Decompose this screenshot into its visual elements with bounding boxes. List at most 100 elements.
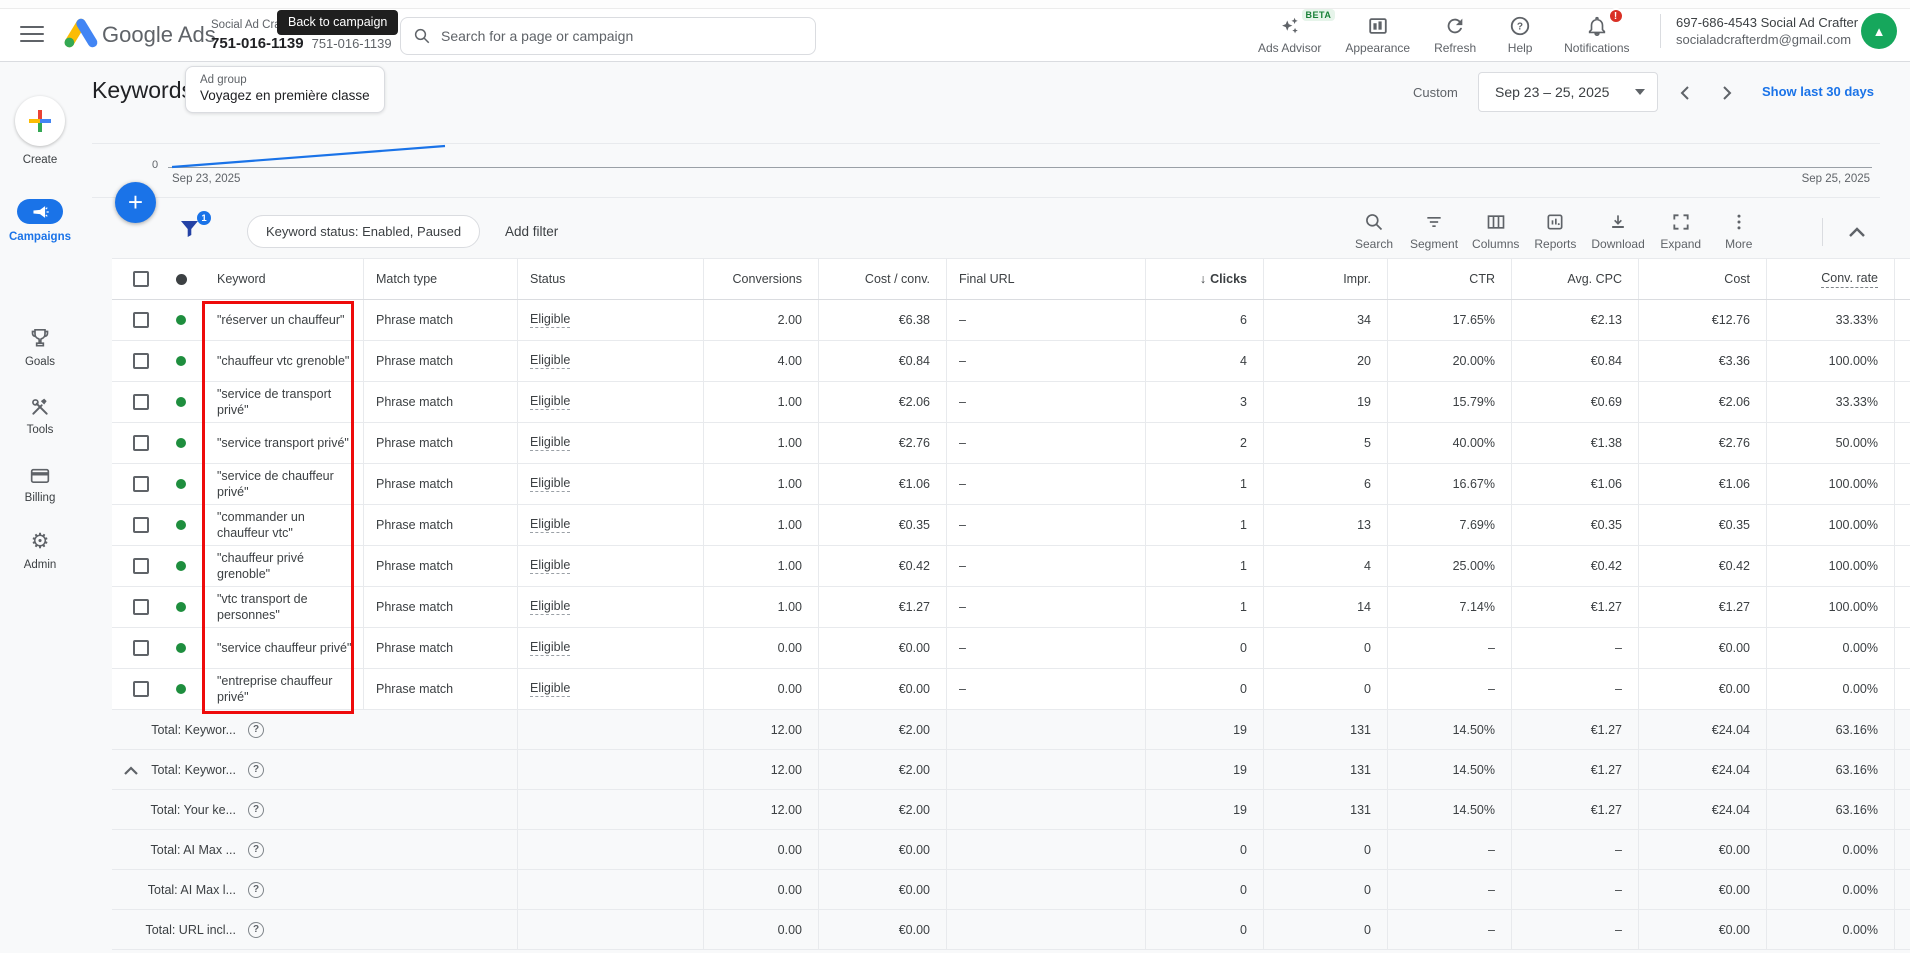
- keyword-cell[interactable]: "commander un chauffeur vtc": [205, 505, 364, 545]
- date-range-picker[interactable]: Sep 23 – 25, 2025: [1478, 72, 1658, 112]
- header-conv-rate[interactable]: Conv. rate: [1767, 259, 1895, 299]
- totals-collapse-chevron-icon[interactable]: [123, 765, 139, 775]
- date-next-button[interactable]: [1714, 80, 1740, 106]
- totals-label-cell: Total: AI Max l...?: [112, 870, 364, 909]
- totals-help-icon[interactable]: ?: [248, 842, 264, 858]
- date-prev-button[interactable]: [1672, 80, 1698, 106]
- row-status-dot-cell: [160, 423, 205, 463]
- row-checkbox[interactable]: [133, 353, 149, 369]
- status-eligible-link[interactable]: Eligible: [530, 558, 570, 574]
- keyword-cell[interactable]: "chauffeur vtc grenoble": [205, 341, 364, 381]
- sidebar-item-admin[interactable]: ⚙ Admin: [0, 530, 80, 571]
- segment-button[interactable]: Segment: [1410, 212, 1458, 251]
- cost-per-conv-cell: €1.27: [819, 587, 947, 627]
- sidebar-item-tools[interactable]: Tools: [0, 395, 80, 436]
- table-search-button[interactable]: Search: [1352, 212, 1396, 251]
- header-cost[interactable]: Cost: [1639, 259, 1767, 299]
- totals-help-icon[interactable]: ?: [248, 882, 264, 898]
- enabled-status-dot-icon: [176, 315, 186, 325]
- reports-icon: [1545, 212, 1565, 232]
- keyword-cell[interactable]: "réserver un chauffeur": [205, 300, 364, 340]
- conversions-cell: 1.00: [704, 382, 819, 422]
- ad-group-context-card[interactable]: Ad group Voyagez en première classe: [185, 66, 385, 113]
- conv-rate-cell: 33.33%: [1767, 300, 1895, 340]
- row-checkbox[interactable]: [133, 435, 149, 451]
- notifications-button[interactable]: ! Notifications: [1564, 9, 1629, 55]
- keyword-cell[interactable]: "entreprise chauffeur privé": [205, 669, 364, 709]
- keyword-cell[interactable]: "service de transport privé": [205, 382, 364, 422]
- header-ctr[interactable]: CTR: [1388, 259, 1512, 299]
- status-eligible-link[interactable]: Eligible: [530, 435, 570, 451]
- totals-help-icon[interactable]: ?: [248, 802, 264, 818]
- totals-help-icon[interactable]: ?: [248, 922, 264, 938]
- filter-chip-keyword-status[interactable]: Keyword status: Enabled, Paused: [247, 215, 480, 248]
- add-filter-button[interactable]: Add filter: [505, 224, 558, 239]
- download-button[interactable]: Download: [1591, 212, 1644, 251]
- row-checkbox[interactable]: [133, 681, 149, 697]
- enabled-status-dot-icon: [176, 684, 186, 694]
- keyword-cell[interactable]: "vtc transport de personnes": [205, 587, 364, 627]
- status-eligible-link[interactable]: Eligible: [530, 640, 570, 656]
- header-keyword[interactable]: Keyword: [205, 259, 364, 299]
- avatar[interactable]: ▲: [1861, 13, 1897, 49]
- refresh-button[interactable]: Refresh: [1434, 9, 1476, 55]
- totals-help-icon[interactable]: ?: [248, 722, 264, 738]
- row-checkbox[interactable]: [133, 517, 149, 533]
- sidebar-item-create[interactable]: Create: [0, 96, 80, 166]
- menu-icon[interactable]: [20, 26, 44, 44]
- collapse-table-button[interactable]: [1842, 220, 1872, 244]
- add-keyword-fab[interactable]: +: [115, 182, 156, 223]
- sidebar-item-campaigns[interactable]: Campaigns: [0, 199, 80, 243]
- ads-advisor-button[interactable]: BETA Ads Advisor: [1258, 9, 1321, 55]
- status-eligible-link[interactable]: Eligible: [530, 681, 570, 697]
- match-type-cell: Phrase match: [364, 669, 518, 709]
- header-status[interactable]: Status: [518, 259, 704, 299]
- row-checkbox[interactable]: [133, 640, 149, 656]
- show-last-30-days-link[interactable]: Show last 30 days: [1762, 84, 1874, 99]
- expand-button[interactable]: Expand: [1659, 212, 1703, 251]
- header-avg-cpc[interactable]: Avg. CPC: [1512, 259, 1639, 299]
- status-eligible-link[interactable]: Eligible: [530, 312, 570, 328]
- select-all-checkbox[interactable]: [133, 271, 149, 287]
- create-button[interactable]: [15, 96, 65, 146]
- totals-help-icon[interactable]: ?: [248, 762, 264, 778]
- keyword-cell[interactable]: "service chauffeur privé": [205, 628, 364, 668]
- header-cost-per-conv[interactable]: Cost / conv.: [819, 259, 947, 299]
- header-impressions[interactable]: Impr.: [1264, 259, 1388, 299]
- global-search[interactable]: [400, 17, 816, 55]
- header-final-url[interactable]: Final URL: [947, 259, 1146, 299]
- row-checkbox[interactable]: [133, 394, 149, 410]
- sidebar-item-billing[interactable]: Billing: [0, 463, 80, 504]
- help-button[interactable]: ? Help: [1500, 9, 1540, 55]
- row-checkbox[interactable]: [133, 558, 149, 574]
- sidebar-label-create: Create: [0, 154, 80, 166]
- row-checkbox[interactable]: [133, 312, 149, 328]
- columns-button[interactable]: Columns: [1472, 212, 1519, 251]
- keyword-cell[interactable]: "service transport privé": [205, 423, 364, 463]
- impressions-cell: 6: [1264, 464, 1388, 504]
- status-eligible-link[interactable]: Eligible: [530, 599, 570, 615]
- appearance-button[interactable]: Appearance: [1345, 9, 1410, 55]
- totals-avg-cpc-cell: –: [1512, 830, 1639, 869]
- header-conversions[interactable]: Conversions: [704, 259, 819, 299]
- keyword-cell[interactable]: "chauffeur privé grenoble": [205, 546, 364, 586]
- ctr-cell: 7.69%: [1388, 505, 1512, 545]
- ctr-cell: 40.00%: [1388, 423, 1512, 463]
- header-match-type[interactable]: Match type: [364, 259, 518, 299]
- row-checkbox-cell: [112, 546, 160, 586]
- keyword-cell[interactable]: "service de chauffeur privé": [205, 464, 364, 504]
- header-clicks[interactable]: ↓ Clicks: [1146, 259, 1264, 299]
- status-eligible-link[interactable]: Eligible: [530, 394, 570, 410]
- status-eligible-link[interactable]: Eligible: [530, 476, 570, 492]
- status-cell: Eligible: [518, 300, 704, 340]
- status-eligible-link[interactable]: Eligible: [530, 517, 570, 533]
- more-button[interactable]: More: [1717, 212, 1761, 251]
- row-checkbox[interactable]: [133, 599, 149, 615]
- reports-button[interactable]: Reports: [1533, 212, 1577, 251]
- google-ads-app: Google Ads Social Ad Craf 751-016-1139 7…: [0, 0, 1910, 953]
- date-range-value: Sep 23 – 25, 2025: [1495, 84, 1609, 100]
- row-checkbox[interactable]: [133, 476, 149, 492]
- search-input[interactable]: [441, 28, 803, 44]
- status-eligible-link[interactable]: Eligible: [530, 353, 570, 369]
- sidebar-item-goals[interactable]: Goals: [0, 327, 80, 368]
